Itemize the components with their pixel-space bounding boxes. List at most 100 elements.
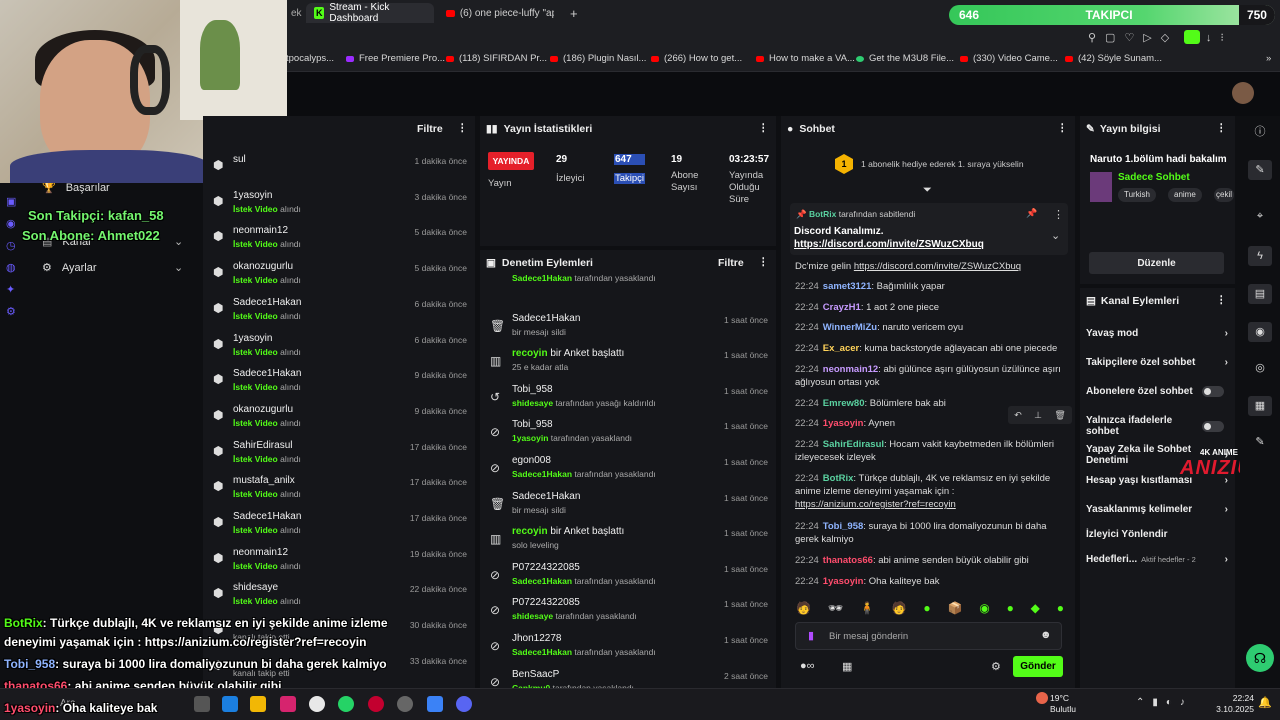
pinned-link[interactable]: https://discord.com/invite/ZSWuzCXbuq [794,239,984,250]
channel-action-item[interactable]: Takipçilere özel sohbet › [1086,357,1228,368]
chevron-down-icon[interactable]: ⌄ [1051,229,1060,242]
chat-message[interactable]: 22:24 CrayzH1: 1 aot 2 one piece [795,301,1065,314]
gift-banner[interactable]: 1 abonelik hediye ederek 1. sıraya yükse… [861,159,1024,169]
tray-icons[interactable]: ⌃▮◐♪ [1136,697,1193,708]
nav-icon[interactable]: ◉ [6,217,20,231]
chat-message[interactable]: Dc'mize gelin https://discord.com/invite… [795,260,1065,273]
toggle-switch[interactable] [1202,420,1224,432]
whatsapp-icon[interactable] [338,696,354,712]
wrench-icon[interactable]: ✎ [1248,432,1272,452]
toggle-switch[interactable] [1202,386,1224,397]
obs-icon[interactable] [397,696,413,712]
more-icon[interactable]: ⋮ [1216,122,1227,134]
more-icon[interactable]: ⋮ [1053,208,1064,221]
bookmark[interactable]: (42) Söyle Sunam... [1065,53,1162,64]
bookmark[interactable]: Free Premiere Pro... [346,53,445,64]
mic-icon[interactable]: ▮ [808,629,814,642]
taskbar-app-icon[interactable] [194,696,210,712]
channel-action-item[interactable]: Yasaklanmış kelimeler › [1086,504,1228,515]
chat-icon[interactable]: ◉ [1248,322,1272,342]
notification-bell-icon[interactable]: 🔔 [1258,696,1272,709]
activity-item: ⬢ SahirEdirasul İstek Video alındı 17 dakik… [213,439,467,464]
chat-tools-icon[interactable]: ●∞ [800,660,815,672]
emoji-icon[interactable]: ☻ [1040,629,1052,641]
bookmark[interactable]: (186) Plugin Nasıl... [550,53,646,64]
edit-icon[interactable]: ✎ [1248,160,1272,180]
emote-row[interactable]: 🧑 🕶 🧍 🧑 ● 📦 ◉ ● ◆ ● [796,601,1064,617]
weather-icon[interactable] [1036,692,1048,704]
nav-settings[interactable]: ⚙ Ayarlar ⌄ [42,261,183,275]
taskbar-clock[interactable]: 22:24 3.10.2025 [1216,693,1254,715]
new-tab-button[interactable]: + [562,3,586,23]
extension-icons[interactable]: ⚲▢♡▷◇ ◐↓⁝ [1088,31,1233,44]
bookmark[interactable]: Get the M3U8 File... [856,53,954,64]
chat-message[interactable]: 22:24 Ex_acer: kuma backstoryde ağlayacan… [795,342,1065,355]
bookmark[interactable]: How to make a VA... [756,53,855,64]
channel-action-item[interactable]: Yalnızca ifadelerle sohbet [1086,415,1228,437]
bookmark[interactable]: (118) SIFIRDAN Pr... [446,53,547,64]
tab-kick-dashboard[interactable]: K Stream - Kick Dashboard [306,2,434,24]
channel-action-item[interactable]: Hedefleri... Aktif hedefler - 2 › [1086,554,1228,565]
copilot-icon[interactable] [222,696,238,712]
opera-icon[interactable] [368,696,384,712]
channel-action-item[interactable]: Yavaş mod › [1086,328,1228,339]
channel-action-item[interactable]: Abonelere özel sohbet [1086,386,1228,397]
request-icon: ⬢ [213,586,224,601]
gear-icon[interactable]: ⚙ [991,660,1001,673]
chat-message[interactable]: 22:24 neonmain12: abi gülünce aşırı gülüy… [795,363,1065,389]
bolt-icon[interactable]: ϟ [1248,246,1272,266]
chrome-icon[interactable] [309,696,325,712]
activity-filter-button[interactable]: Filtre [417,123,443,135]
store-icon[interactable]: ▦ [842,660,852,673]
chat-message[interactable]: 22:24 samet3121: Bağımlılık yapar [795,280,1065,293]
bookmark[interactable]: (266) How to get... [651,53,742,64]
stream-category[interactable]: Sadece Sohbet [1118,172,1190,183]
clipboard-icon[interactable]: ▤ [1248,284,1272,304]
more-icon[interactable]: ⋮ [758,122,769,134]
instagram-icon[interactable] [280,696,296,712]
message-actions[interactable]: ↶ ⊥ 🗑 [1008,406,1072,424]
bookmark[interactable]: tpocalyps... [286,53,334,64]
more-icon[interactable]: ⋮ [1216,294,1227,306]
more-icon[interactable]: ⋮ [457,122,468,134]
nav-icon[interactable]: ✦ [6,283,20,297]
app-icon[interactable] [427,696,443,712]
support-icon[interactable]: ☊ [1246,644,1274,672]
avatar[interactable] [1232,82,1254,104]
nav-icon[interactable]: ⚙ [6,305,20,319]
chat-message[interactable]: 22:24 SahirEdirasul: Hocam vakit kaybetme… [795,438,1065,464]
chat-message[interactable]: 22:24 Tobi_958: suraya bi 1000 lira domal… [795,520,1065,546]
modlog-item: ⊘ Jhon12278 Sadece1Hakan tarafından yasakl… [490,633,768,657]
bookmark[interactable]: (330) Video Came... [960,53,1058,64]
folder-icon[interactable] [250,696,266,712]
more-icon[interactable]: ⋮ [1057,122,1068,134]
scroll-down-icon[interactable]: ⏷ [923,184,932,197]
chat-input[interactable]: ▮ Bir mesaj gönderin ☻ [795,622,1062,650]
kick-extension-icon[interactable] [1184,30,1200,44]
weather-widget[interactable]: 19°C Bulutlu [1050,693,1076,715]
send-button[interactable]: Gönder [1013,656,1063,677]
chat-message[interactable]: 22:24 WinnerMiZu: naruto vericem oyu [795,321,1065,334]
pinned-message[interactable]: 📌 BotRix tarafından sabitlendi Discord K… [790,203,1068,255]
broadcast-icon[interactable]: ◎ [1248,358,1272,378]
last-sub-overlay: Son Abone: Ahmet022 [22,228,160,243]
more-icon[interactable]: ⋮ [758,256,769,268]
chat-link[interactable]: https://anizium.co/register?ref=recoyin [795,499,956,510]
nav-icon[interactable]: ◷ [6,239,20,253]
bookmarks-more-icon[interactable]: » [1266,53,1271,64]
chat-link[interactable]: https://discord.com/invite/ZSWuzCXbuq [854,261,1021,272]
chat-message[interactable]: 22:24 thanatos66: abi anime senden büyük … [795,554,1065,567]
nav-icon[interactable]: ◍ [6,261,20,275]
target-icon[interactable]: ⌖ [1248,206,1272,226]
unpin-icon[interactable]: 📌 [1026,208,1037,219]
layout-icon[interactable]: ▦ [1248,396,1272,416]
tab-youtube[interactable]: (6) one piece-luffy "aptal [438,3,562,23]
achievements-icon[interactable]: ▣ [6,195,20,209]
chat-message[interactable]: 22:24 1yasoyin: Oha kaliteye bak [795,575,1065,588]
discord-icon[interactable] [456,696,472,712]
chat-message[interactable]: 22:24 BotRix: Türkçe dublajlı, 4K ve rekl… [795,472,1065,511]
modlog-filter-button[interactable]: Filtre [718,257,744,269]
info-icon[interactable]: ⓘ [1248,122,1272,142]
channel-action-item[interactable]: İzleyici Yönlendir [1086,529,1228,540]
edit-button[interactable]: Düzenle [1089,252,1224,274]
